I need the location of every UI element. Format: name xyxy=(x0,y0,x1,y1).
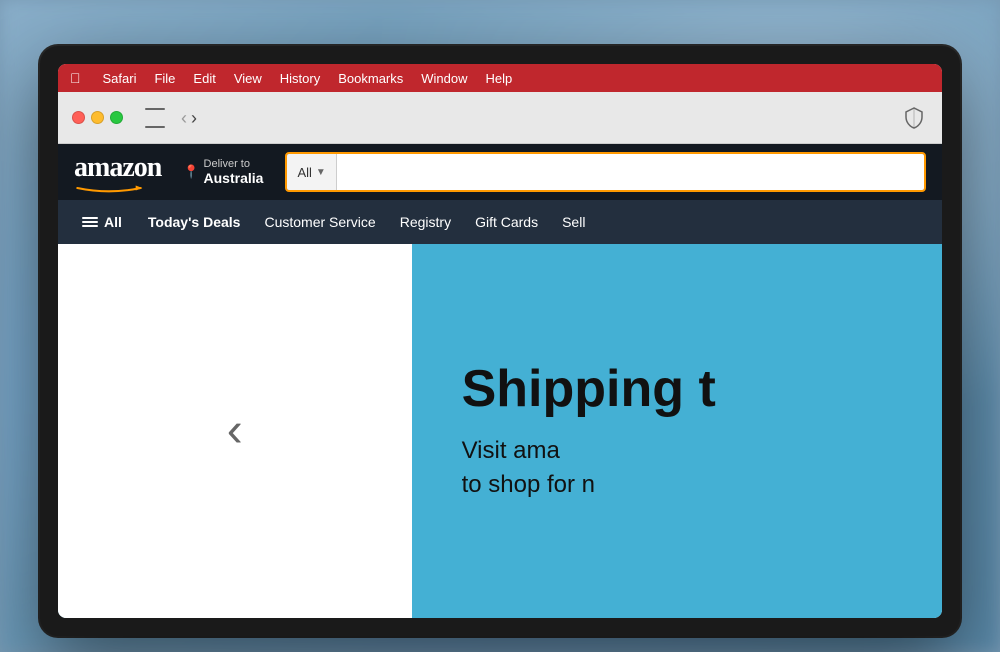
deliver-to-line1: Deliver to xyxy=(204,158,264,170)
nav-gift-cards[interactable]: Gift Cards xyxy=(465,208,548,236)
hero-area: ‹ Shipping t Visit ama to shop for n xyxy=(58,244,942,618)
hamburger-line xyxy=(82,217,98,219)
amazon-nav: All Today's Deals Customer Service Regis… xyxy=(58,200,942,244)
hamburger-icon xyxy=(82,217,98,227)
hero-subtitle-line1: Visit ama xyxy=(462,434,892,468)
search-category-dropdown[interactable]: All ▼ xyxy=(287,154,336,190)
monitor-frame:  Safari File Edit View History Bookmark… xyxy=(40,46,960,636)
deliver-to[interactable]: 📍 Deliver to Australia xyxy=(177,154,269,190)
apple-icon[interactable]:  xyxy=(70,70,81,86)
nav-all-menu[interactable]: All xyxy=(74,208,130,236)
location-icon: 📍 xyxy=(183,164,199,180)
hero-subtitle-line2: to shop for n xyxy=(462,468,892,502)
amazon-arrow-icon xyxy=(74,180,144,190)
traffic-lights xyxy=(72,111,123,124)
nav-all-label: All xyxy=(104,214,122,230)
search-category-label: All xyxy=(297,165,311,180)
nav-sell[interactable]: Sell xyxy=(552,208,595,236)
menu-file[interactable]: File xyxy=(154,71,175,86)
menu-view[interactable]: View xyxy=(234,71,262,86)
menu-bookmarks[interactable]: Bookmarks xyxy=(338,71,403,86)
menu-edit[interactable]: Edit xyxy=(193,71,215,86)
hero-title: Shipping t xyxy=(462,361,892,418)
chevron-down-icon: ▼ xyxy=(316,167,326,178)
menu-window[interactable]: Window xyxy=(421,71,467,86)
deliver-to-text: Deliver to Australia xyxy=(204,158,264,186)
search-bar[interactable]: All ▼ xyxy=(285,152,926,192)
nav-arrows: ‹ › xyxy=(181,109,197,127)
amazon-logo-text: amazon xyxy=(74,154,161,182)
nav-todays-deals[interactable]: Today's Deals xyxy=(138,208,251,236)
hamburger-line xyxy=(82,221,98,223)
sidebar-toggle-button[interactable] xyxy=(141,108,169,128)
forward-button[interactable]: › xyxy=(191,109,197,127)
mac-menubar:  Safari File Edit View History Bookmark… xyxy=(58,64,942,92)
shield-icon[interactable] xyxy=(900,104,928,132)
back-button[interactable]: ‹ xyxy=(181,109,187,127)
browser-window:  Safari File Edit View History Bookmark… xyxy=(58,64,942,618)
menu-history[interactable]: History xyxy=(280,71,320,86)
sidebar-icon-bar xyxy=(145,126,165,128)
hero-left-panel: ‹ xyxy=(58,244,412,618)
search-input[interactable] xyxy=(337,154,924,190)
nav-customer-service[interactable]: Customer Service xyxy=(254,208,385,236)
carousel-prev-button[interactable]: ‹ xyxy=(227,407,243,455)
minimize-button[interactable] xyxy=(91,111,104,124)
menu-safari[interactable]: Safari xyxy=(103,71,137,86)
fullscreen-button[interactable] xyxy=(110,111,123,124)
nav-registry[interactable]: Registry xyxy=(390,208,461,236)
amazon-logo[interactable]: amazon xyxy=(74,154,161,190)
deliver-to-line2: Australia xyxy=(204,170,264,186)
hamburger-line xyxy=(82,225,98,227)
amazon-header: amazon 📍 Deliver to Australia xyxy=(58,144,942,200)
hero-right-content: Shipping t Visit ama to shop for n xyxy=(412,321,942,541)
amazon-content: amazon 📍 Deliver to Australia xyxy=(58,144,942,618)
menu-help[interactable]: Help xyxy=(486,71,513,86)
sidebar-icon-bar xyxy=(145,108,165,110)
safari-chrome: ‹ › xyxy=(58,92,942,144)
close-button[interactable] xyxy=(72,111,85,124)
